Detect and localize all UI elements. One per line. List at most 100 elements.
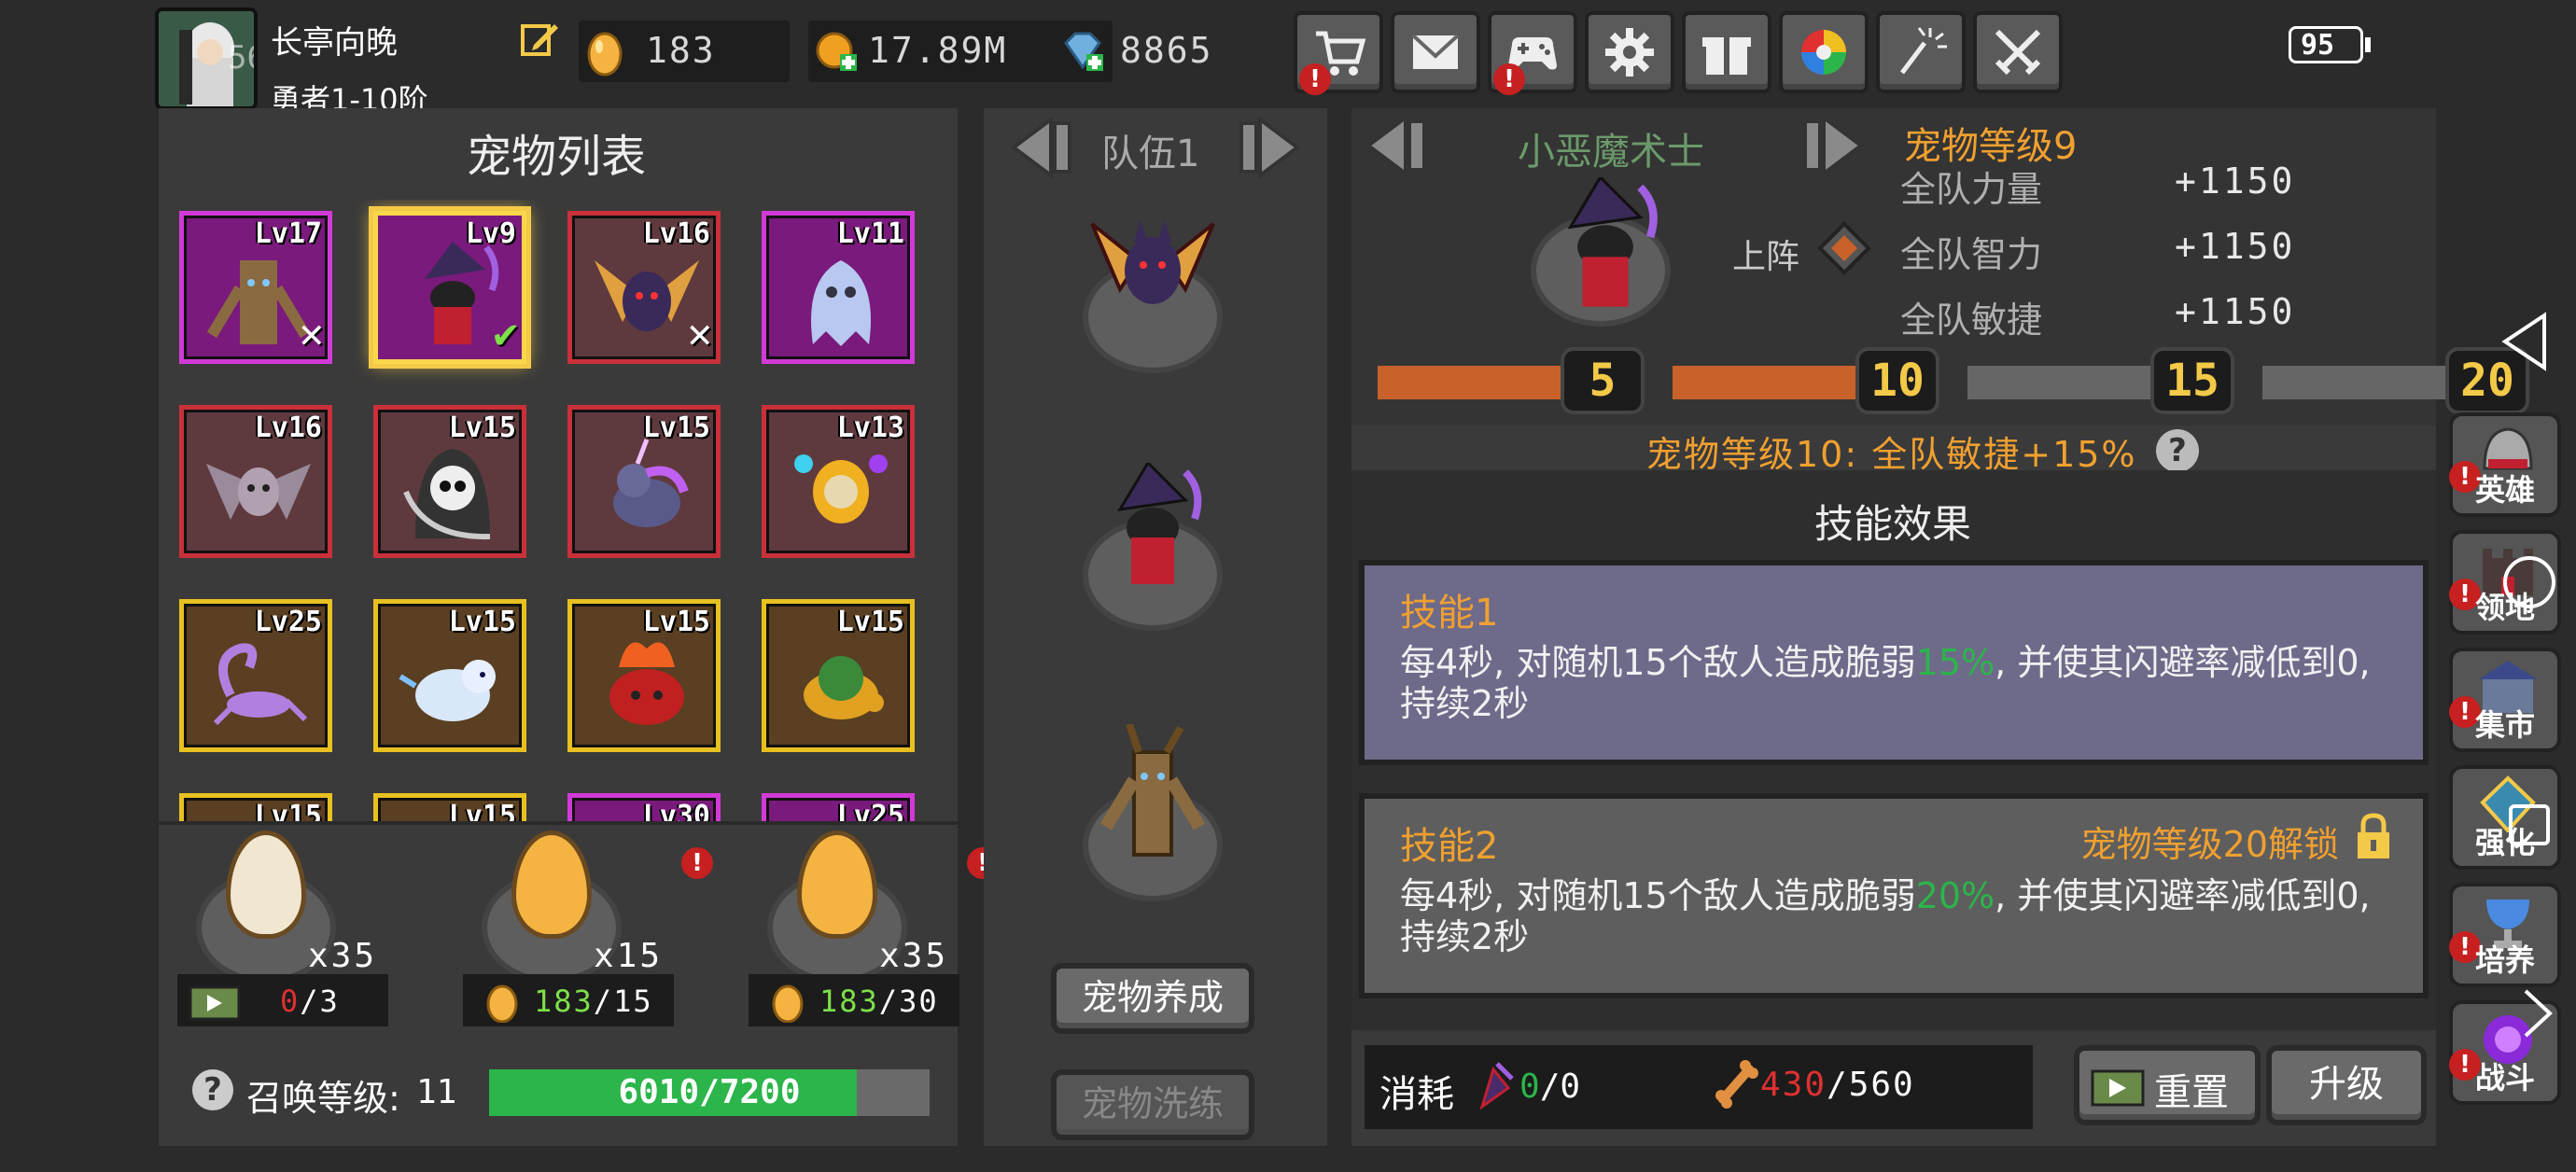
turtle-icon [804,656,884,719]
deploy-button[interactable] [1816,220,1872,276]
pet-level: Lv17 [254,217,322,250]
unicorn-icon [613,439,689,527]
recent-nav-icon[interactable] [2509,804,2550,845]
milestone-segment [1378,366,1589,399]
gold-coin-icon [816,32,857,71]
forward-nav-icon[interactable] [2520,985,2557,1041]
pet-slot[interactable]: Lv30 [567,793,721,825]
summon-level: 11 [416,1073,457,1111]
pet-slot[interactable]: Lv15 [373,793,526,825]
cross-mark-icon: ✕ [687,310,713,357]
egg-icon [486,984,518,1023]
pet-slot[interactable]: Lv15 [373,405,526,558]
egg-row: x35 0/3! x15 183/15! x35 183/30 [159,821,999,1026]
team-prev-arrow-icon[interactable] [1004,110,1088,185]
bonus-help-icon[interactable]: ? [2156,429,2199,472]
fireworks-button[interactable] [1876,11,1966,93]
mail-button[interactable] [1391,11,1480,93]
skill-2-title: 技能2 [1400,825,1499,868]
egg-icon [587,32,623,77]
gift-button[interactable] [1682,11,1771,93]
bone-icon [1715,1060,1758,1109]
summon-progress-bar: 6010/7200 [489,1069,930,1116]
fire-beast-icon [609,642,684,725]
pet-slot[interactable]: Lv16 ✕ [567,211,721,364]
back-nav-icon[interactable] [2501,312,2548,371]
pet-nurture-button[interactable]: 宠物养成 [1051,963,1254,1034]
stat-name: 全队敏捷 [1900,300,2043,341]
egg-summon-slot[interactable]: ! x15 183/15 [463,821,724,1026]
skill-2-card: 技能2 宠物等级20解锁 每4秒, 对随机15个敌人造成脆弱20%, 并使其闪避… [1359,793,2429,998]
pet-prev-arrow-icon[interactable] [1359,108,1443,183]
egg-icon [772,984,804,1023]
pet-list-title: 宠物列表 [467,131,647,183]
pet-slot[interactable]: Lv11 [762,211,915,364]
pet-level: Lv9 [465,217,516,250]
pet-portrait [1521,177,1689,336]
egg-count: x35 [308,937,378,975]
egg-count: x35 [879,937,949,975]
pet-slot[interactable]: Lv13 [762,405,915,558]
gear-icon [1605,28,1654,77]
pet-slot[interactable]: Lv9 ✔ [373,211,526,364]
skill-1-title: 技能1 [1400,592,1499,635]
avatar[interactable]: 56 [155,7,258,110]
lock-icon [2352,812,2395,860]
team-slot-1[interactable] [1064,196,1241,373]
pet-slot[interactable]: Lv25 [179,599,332,752]
edit-icon[interactable] [519,19,560,60]
settings-button[interactable] [1585,11,1674,93]
reset-button[interactable]: 重置 [2074,1045,2261,1125]
bat-icon [206,464,311,520]
color-wheel-button[interactable] [1779,11,1869,93]
pet-level: Lv13 [836,412,904,444]
egg-cost: 183/15 [534,984,653,1019]
pet-slot[interactable]: Lv25 [762,793,915,825]
upgrade-button[interactable]: 升级 [2266,1045,2427,1125]
swords-button[interactable] [1973,11,2063,93]
pet-nurture-label: 宠物养成 [1081,977,1224,1018]
shop-button[interactable]: ! [1294,11,1383,95]
milestone-segment [1673,366,1883,399]
avatar-overlay: 56 [228,39,254,77]
pet-slot[interactable]: Lv16 [179,405,332,558]
pet-slot[interactable]: Lv15 [373,599,526,752]
pet-refine-button[interactable]: 宠物洗练 [1051,1069,1254,1140]
imp-mage-icon [425,242,499,344]
reaper-icon [403,449,491,540]
skills-title: 技能效果 [1814,501,1972,547]
skill-1-text: 每4秒, 对随机15个敌人造成脆弱15%, 并使其闪避率减低到0, 持续2秒 [1400,642,2371,724]
pet-level: Lv25 [254,606,322,638]
pet-level: Lv11 [836,217,904,250]
pet-level: Lv15 [642,412,710,444]
upgrade-label: 升级 [2309,1063,2384,1106]
pet-slot[interactable]: Lv17 ✕ [179,211,332,364]
pet-next-arrow-icon[interactable] [1786,108,1870,183]
sidebar-item-4[interactable]: ! 培养 [2449,883,2561,987]
team-slot-2[interactable] [1064,453,1241,631]
egg-summon-slot[interactable]: x35 0/3 [177,821,439,1026]
egg-summon-slot[interactable]: ! x35 183/30 [749,821,1010,1026]
team-slot-3[interactable] [1064,724,1241,901]
milestone-marker: 15 [2150,347,2234,414]
milestone-marker: 5 [1561,347,1645,414]
battery-indicator: 95 [2289,26,2363,63]
home-nav-icon[interactable] [2503,556,2555,608]
sidebar-item-label: 集市 [2474,707,2535,743]
swords-icon [1995,29,2041,76]
pet-slot[interactable]: Lv15 [567,405,721,558]
summon-help-icon[interactable]: ? [192,1069,233,1110]
pet-slot[interactable]: Lv15 [762,599,915,752]
cost-label: 消耗 [1379,1073,1454,1116]
shop-alert-icon: ! [1299,63,1331,95]
diamond-count: 8865 [1120,30,1213,71]
team-next-arrow-icon[interactable] [1223,110,1307,185]
imp-mage-icon [1117,463,1202,584]
gamepad-button[interactable]: ! [1488,11,1577,95]
pet-slot[interactable]: Lv15 [179,793,332,825]
milestone-marker: 10 [1855,347,1939,414]
pet-slot[interactable]: Lv15 [567,599,721,752]
cost-bar [1365,1045,2033,1129]
sidebar-item-0[interactable]: ! 英雄 [2449,412,2561,517]
sidebar-item-2[interactable]: ! 集市 [2449,648,2561,752]
